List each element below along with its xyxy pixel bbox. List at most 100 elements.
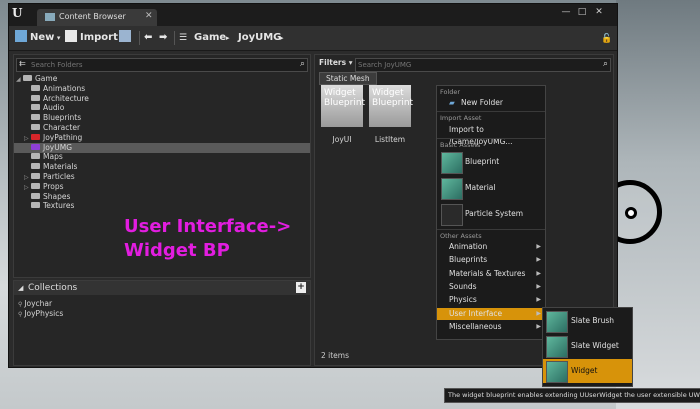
tab-content-browser[interactable]: Content Browser ✕ [37,9,157,26]
asset-thumbnail-joyui[interactable]: Widget Blueprint [321,85,365,127]
submenu-arrow-icon: ▶ [536,322,541,330]
add-collection-button[interactable]: + [296,282,306,293]
menu-item-material[interactable]: Material [437,176,545,200]
toolbar-divider [174,31,175,45]
close-button[interactable]: ✕ [592,6,606,18]
asset-thumbnail-listitem[interactable]: Widget Blueprint [369,85,413,127]
folder-tree-item[interactable]: ▷ Particles [14,172,310,182]
collection-item[interactable]: ⚲ Joychar [18,299,52,308]
new-folder-icon: ▰ [449,98,455,107]
folder-label: Audio [43,103,65,113]
menu-section-header: Basic Assets [440,141,481,149]
collection-item[interactable]: ⚲ JoyPhysics [18,309,63,318]
new-button[interactable]: New ▾ [15,29,60,47]
import-button[interactable]: Import [65,29,118,47]
back-button[interactable]: ⬅ [144,29,152,47]
breadcrumb-game[interactable]: Game [194,29,226,47]
breadcrumb-joyumg[interactable]: JoyUMG [238,29,281,47]
menu-item-new-folder[interactable]: ▰ New Folder [437,97,545,109]
menu-item-animation[interactable]: Animation ▶ [437,241,545,253]
title-bar: U Content Browser ✕ — □ ✕ [9,4,617,26]
filter-chip-static-mesh[interactable]: Static Mesh [319,72,377,85]
menu-item-user-interface[interactable]: User Interface ▶ [437,307,545,320]
toolbar: New ▾ Import ⬅ ➡ ☰ Game ▸ JoyUMG ▸ 🔓 [9,26,617,51]
slate-brush-icon [546,311,568,333]
menu-item-physics[interactable]: Physics ▶ [437,294,545,306]
folder-label: Props [43,181,64,191]
folder-tree-item[interactable]: ▷ Props [14,182,310,192]
folder-tree-item[interactable]: Audio [14,103,310,113]
folder-icon [23,75,32,81]
collections-panel: ◢ Collections + ⚲ Joychar ⚲ JoyPhysics [13,280,311,366]
folder-tree-item[interactable]: Architecture [14,94,310,104]
folder-icon [31,114,40,121]
submenu-item-widget-blueprint[interactable]: Widget Blueprint [543,359,632,399]
path-picker-icon[interactable]: ☰ [179,29,187,47]
folder-tree-item[interactable]: JoyUMG [14,142,310,153]
save-all-button[interactable] [119,29,134,47]
submenu-item-slate-widget-style[interactable]: Slate Widget Style [543,334,632,374]
folder-label: Materials [43,162,78,172]
folder-tree-item[interactable]: Textures [14,201,310,211]
folder-label: JoyPathing [43,132,83,142]
minimize-button[interactable]: — [559,6,573,18]
reticle-center [625,207,637,219]
content-browser-icon [45,13,55,21]
tab-label: Content Browser [59,12,126,21]
menu-divider [437,111,545,112]
submenu-arrow-icon: ▶ [536,256,541,264]
folder-icon [31,153,40,160]
folder-icon [31,192,40,199]
folder-search-input[interactable] [31,59,263,71]
folder-tree-item[interactable]: Shapes [14,192,310,202]
sources-panel: ⇇ ⌕ ◢GameAnimationsArchitectureAudioBlue… [13,54,311,278]
folder-tree-item[interactable]: ▷ JoyPathing [14,133,310,143]
filters-button[interactable]: Filters ▾ [319,58,353,67]
search-icon: ⌕ [602,59,608,69]
toolbar-divider [139,31,140,45]
new-label: New [30,32,55,43]
menu-item-blueprint[interactable]: Blueprint [437,150,545,174]
folder-label: Particles [43,172,75,181]
folder-tree-item[interactable]: Maps [14,152,310,162]
folder-label: Blueprints [43,113,82,123]
lock-icon[interactable]: 🔓 [601,34,612,44]
folder-label: Shapes [43,191,71,201]
folder-icon [31,84,40,91]
asset-search-input[interactable] [358,59,562,71]
asset-search: ⌕ [355,58,611,72]
menu-item-blueprints[interactable]: Blueprints ▶ [437,254,545,266]
unreal-logo-icon: U [12,6,23,20]
save-icon [119,30,131,42]
annotation-line-2: Widget BP [124,240,230,261]
maximize-button[interactable]: □ [575,6,589,18]
folder-icon [31,163,40,170]
folder-label: JoyUMG [43,142,73,152]
folder-tree-item[interactable]: Character [14,123,310,133]
folder-tree-item[interactable]: Blueprints [14,113,310,123]
submenu-arrow-icon: ▶ [536,309,541,317]
folder-icon [31,94,40,101]
menu-item-miscellaneous[interactable]: Miscellaneous ▶ [437,321,545,333]
collapse-sources-icon[interactable]: ⇇ [19,59,26,68]
menu-item-sounds[interactable]: Sounds ▶ [437,281,545,293]
menu-item-materials-textures[interactable]: Materials & Textures ▶ [437,268,545,280]
folder-icon [31,182,40,189]
slate-widget-style-icon [546,336,568,358]
folder-tree-item[interactable]: Materials [14,162,310,172]
collections-collapse-icon[interactable]: ◢ [18,281,23,295]
widget-blueprint-icon [546,361,568,383]
submenu-item-slate-brush[interactable]: Slate Brush [543,309,632,333]
menu-item-import-to[interactable]: Import to /Game/JoyUMG... [437,124,545,146]
collections-title: Collections [28,283,78,293]
forward-button[interactable]: ➡ [159,29,167,47]
folder-icon [31,133,40,140]
folder-tree-item[interactable]: ◢ Game [14,74,310,84]
asset-label: ListItem [374,135,406,144]
import-label: Import [80,32,118,43]
folder-tree-item[interactable]: Animations [14,84,310,94]
material-icon [441,178,463,200]
user-interface-submenu: Slate Brush Slate Widget Style Widget Bl… [542,307,633,399]
tab-close-icon[interactable]: ✕ [145,11,153,21]
menu-item-particle-system[interactable]: Particle System [437,202,545,226]
